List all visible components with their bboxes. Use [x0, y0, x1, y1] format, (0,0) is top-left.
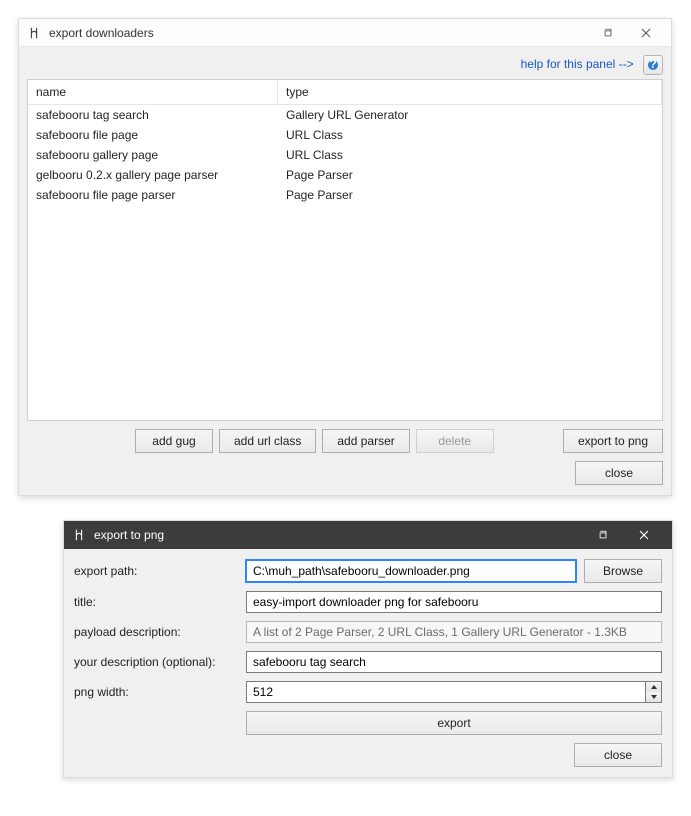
spinner-down-button[interactable] [646, 692, 661, 702]
maximize-button[interactable] [589, 19, 627, 47]
titlebar[interactable]: export downloaders [19, 19, 671, 47]
export-downloaders-window: export downloaders help for this panel -… [18, 18, 672, 496]
export-form: export path: Browse title: payload descr… [64, 549, 672, 743]
close-button[interactable]: close [574, 743, 662, 767]
spinner-up-button[interactable] [646, 682, 661, 692]
label-your-desc: your description (optional): [74, 655, 238, 669]
window-title: export to png [94, 528, 164, 542]
window-title: export downloaders [49, 26, 154, 40]
close-icon[interactable] [622, 521, 666, 549]
table-row[interactable]: safebooru file page parserPage Parser [28, 185, 662, 205]
add-gug-button[interactable]: add gug [135, 429, 213, 453]
maximize-button[interactable] [584, 521, 622, 549]
add-url-class-button[interactable]: add url class [219, 429, 316, 453]
label-export-path: export path: [74, 564, 238, 578]
export-path-input[interactable] [246, 560, 576, 582]
export-to-png-button[interactable]: export to png [563, 429, 663, 453]
table-header: name type [28, 79, 662, 105]
table-row[interactable]: safebooru file pageURL Class [28, 125, 662, 145]
title-input[interactable] [246, 591, 662, 613]
app-icon [25, 24, 43, 42]
close-icon[interactable] [627, 19, 665, 47]
export-to-png-window: export to png export path: Browse title:… [63, 520, 673, 778]
titlebar[interactable]: export to png [64, 521, 672, 549]
table-row[interactable]: gelbooru 0.2.x gallery page parserPage P… [28, 165, 662, 185]
add-parser-button[interactable]: add parser [322, 429, 409, 453]
browse-button[interactable]: Browse [584, 559, 662, 583]
col-header-name[interactable]: name [28, 80, 278, 104]
downloaders-table[interactable]: name type safebooru tag searchGallery UR… [27, 79, 663, 421]
label-title: title: [74, 595, 238, 609]
delete-button: delete [416, 429, 494, 453]
label-png-width: png width: [74, 685, 238, 699]
close-button[interactable]: close [575, 461, 663, 485]
svg-text:?: ? [649, 59, 656, 71]
help-icon[interactable]: ? [643, 55, 663, 75]
col-header-type[interactable]: type [278, 80, 662, 104]
client-area: help for this panel --> ? name type safe… [19, 47, 671, 495]
png-width-input[interactable] [246, 681, 646, 703]
app-icon [70, 526, 88, 544]
payload-desc-field [246, 621, 662, 643]
help-link[interactable]: help for this panel --> [521, 57, 634, 71]
export-button[interactable]: export [246, 711, 662, 735]
table-row[interactable]: safebooru tag searchGallery URL Generato… [28, 105, 662, 125]
table-row[interactable]: safebooru gallery pageURL Class [28, 145, 662, 165]
label-payload-desc: payload description: [74, 625, 238, 639]
your-desc-input[interactable] [246, 651, 662, 673]
